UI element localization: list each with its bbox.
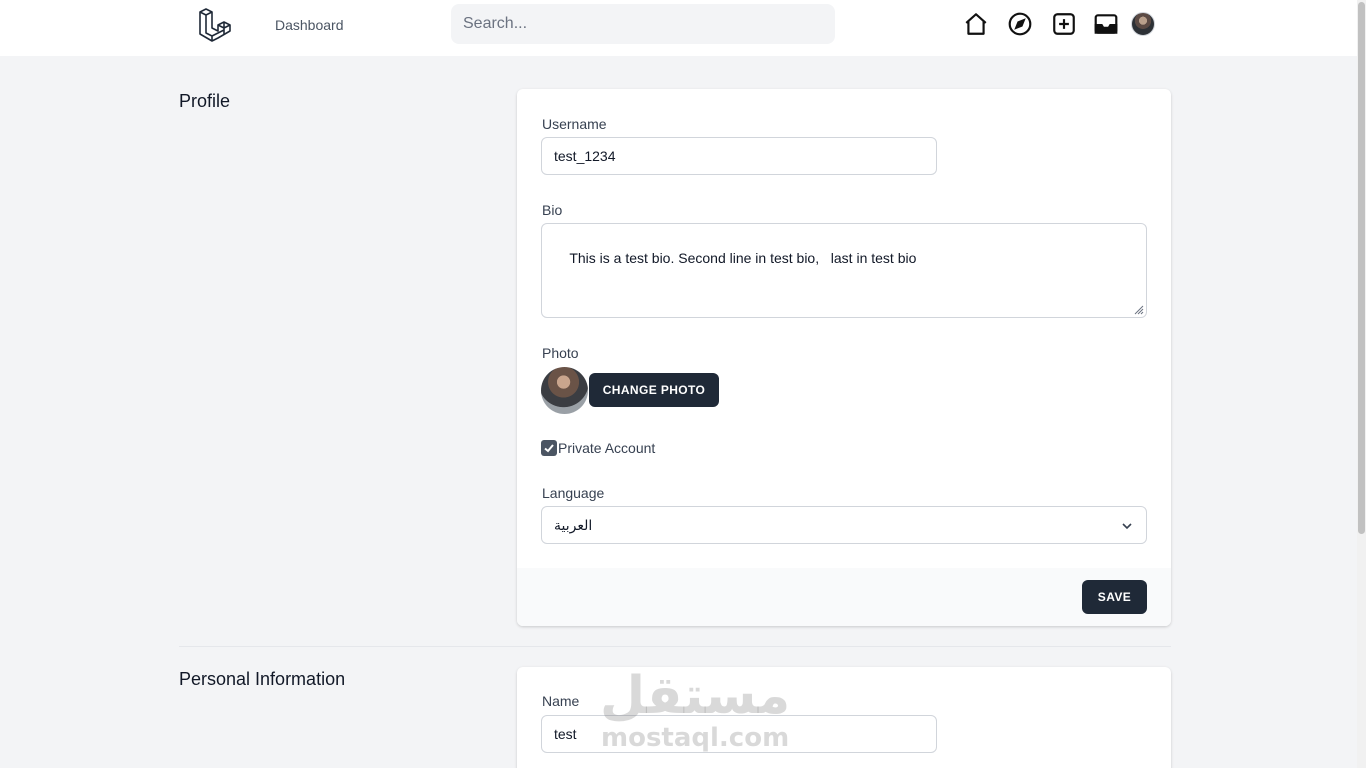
- profile-card-footer: SAVE: [517, 568, 1171, 626]
- private-account-label[interactable]: Private Account: [558, 440, 655, 456]
- inbox-icon[interactable]: [1093, 11, 1119, 37]
- personal-info-section-title: Personal Information: [179, 669, 346, 689]
- top-navbar: Dashboard: [0, 0, 1357, 56]
- name-field[interactable]: test: [541, 715, 937, 753]
- resize-handle-icon[interactable]: [1132, 303, 1144, 315]
- name-label: Name: [542, 693, 580, 709]
- save-button[interactable]: SAVE: [1082, 580, 1147, 614]
- personal-info-card: Name test: [517, 667, 1171, 768]
- language-select[interactable]: العربية: [541, 506, 1147, 544]
- plus-square-icon[interactable]: [1051, 11, 1077, 37]
- page-scrollbar[interactable]: [1357, 0, 1366, 768]
- change-photo-button[interactable]: CHANGE PHOTO: [589, 373, 719, 407]
- profile-photo: [541, 367, 588, 414]
- chevron-down-icon: [1122, 523, 1132, 530]
- user-avatar[interactable]: [1131, 12, 1155, 36]
- bio-text: This is a test bio. Second line in test …: [569, 250, 917, 266]
- photo-label: Photo: [542, 345, 579, 361]
- language-selected-value: العربية: [554, 517, 593, 533]
- search-input[interactable]: [451, 4, 835, 44]
- scrollbar-thumb[interactable]: [1358, 2, 1365, 534]
- username-label: Username: [542, 116, 607, 132]
- section-divider: [179, 646, 1171, 647]
- bio-textarea[interactable]: This is a test bio. Second line in test …: [541, 223, 1147, 318]
- checkmark-icon: [544, 444, 554, 453]
- private-account-checkbox[interactable]: [541, 440, 557, 456]
- username-field[interactable]: test_1234: [541, 137, 937, 175]
- language-label: Language: [542, 485, 605, 501]
- profile-section-title: Profile: [179, 91, 231, 111]
- profile-card: Username test_1234 Bio This is a test bi…: [517, 89, 1171, 626]
- bio-label: Bio: [542, 202, 563, 218]
- laravel-logo-icon[interactable]: [196, 6, 234, 44]
- home-icon[interactable]: [963, 11, 989, 37]
- compass-icon[interactable]: [1007, 11, 1033, 37]
- nav-dashboard-link[interactable]: Dashboard: [275, 17, 344, 33]
